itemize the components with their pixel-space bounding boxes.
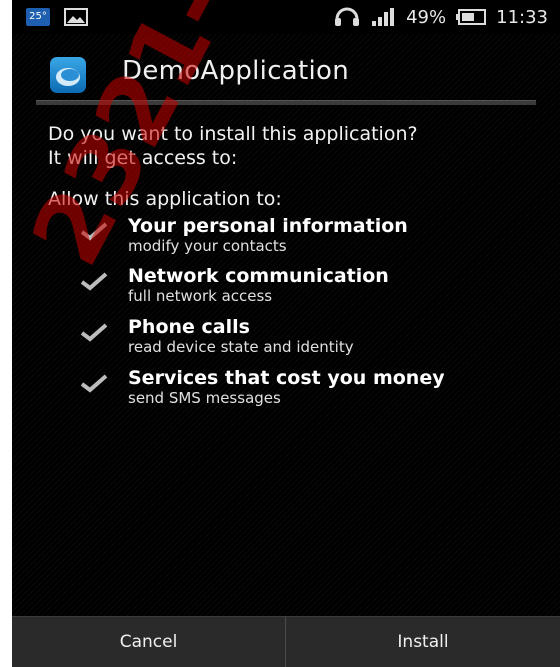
permission-item: Phone calls read device state and identi…: [80, 316, 548, 356]
install-button[interactable]: Install: [286, 617, 560, 667]
permission-title: Your personal information: [128, 215, 408, 237]
battery-percent: 49%: [406, 6, 447, 28]
weather-temp-icon: 25°: [26, 8, 50, 26]
allow-heading: Allow this application to:: [48, 188, 282, 210]
cancel-button[interactable]: Cancel: [12, 617, 286, 667]
permission-desc: full network access: [128, 287, 273, 305]
permission-title: Network communication: [128, 265, 389, 287]
permission-desc: read device state and identity: [128, 338, 354, 356]
app-title: DemoApplication: [122, 56, 350, 86]
permission-desc: send SMS messages: [128, 389, 281, 407]
app-icon: [50, 57, 86, 93]
permission-desc: modify your contacts: [128, 237, 287, 255]
question-line-1: Do you want to install this application?: [48, 123, 418, 145]
clock: 11:33: [496, 6, 548, 28]
permission-item: Network communication full network acces…: [80, 265, 548, 305]
question-line-2: It will get access to:: [48, 147, 238, 169]
headset-icon: [335, 7, 360, 26]
permission-title: Services that cost you money: [128, 367, 445, 389]
install-screen: 25° 49% 11:33 DemoApplication Do you wan…: [12, 0, 560, 667]
header-divider: [36, 100, 536, 105]
battery-icon: [456, 9, 487, 25]
status-bar: 25° 49% 11:33: [12, 0, 560, 34]
check-icon: [80, 323, 108, 342]
check-icon: [80, 374, 108, 393]
permission-item: Your personal information modify your co…: [80, 215, 548, 255]
dialog-header: DemoApplication: [12, 34, 560, 118]
gallery-icon: [64, 8, 88, 26]
permission-item: Services that cost you money send SMS me…: [80, 367, 548, 407]
permission-title: Phone calls: [128, 316, 250, 338]
button-bar: Cancel Install: [12, 616, 560, 667]
signal-icon: [372, 8, 395, 26]
check-icon: [80, 272, 108, 291]
install-question: Do you want to install this application?…: [48, 122, 418, 170]
check-icon: [80, 222, 108, 241]
